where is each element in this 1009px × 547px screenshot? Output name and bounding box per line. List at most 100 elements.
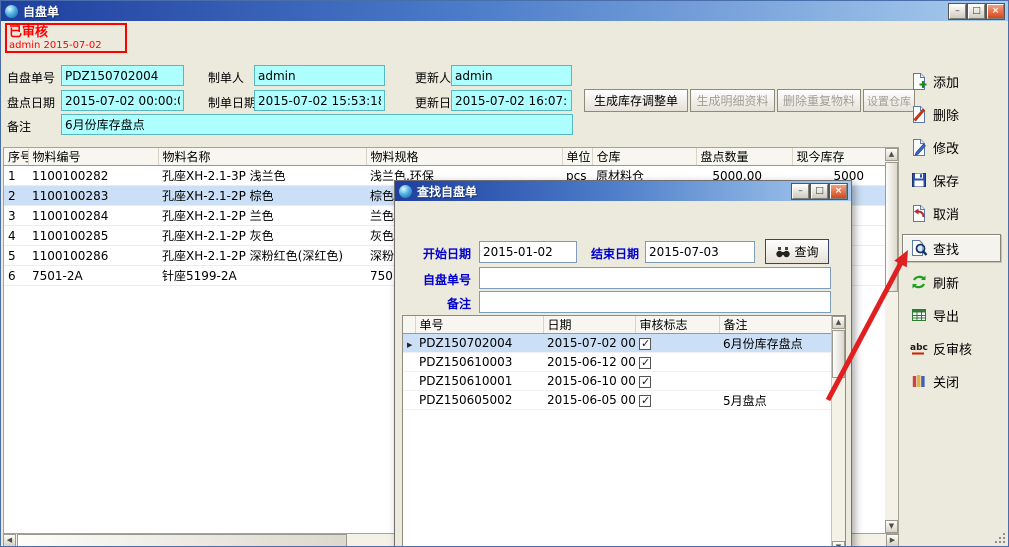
scroll-up-button[interactable] (832, 316, 845, 329)
find-dialog: 查找自盘单 开始日期 结束日期 查询 自盘单号 备注 (394, 180, 852, 547)
query-button-label: 查询 (794, 243, 818, 260)
updater-label: 更新人 (415, 69, 451, 86)
set-warehouse-button[interactable]: 设置仓库 (863, 89, 915, 112)
update-date-field[interactable] (451, 90, 572, 111)
titlebar[interactable]: 自盘单 (1, 1, 1008, 21)
column-header[interactable]: 单位 (562, 148, 592, 166)
sidebar-button-delete[interactable]: 删除 (910, 100, 1002, 128)
dialog-icon (399, 185, 412, 198)
column-header[interactable]: 仓库 (592, 148, 696, 166)
audit-checkbox[interactable] (639, 357, 651, 369)
query-button[interactable]: 查询 (765, 239, 829, 264)
column-header[interactable]: 备注 (719, 316, 832, 334)
dialog-vertical-scrollbar[interactable] (831, 316, 845, 547)
updater-field[interactable] (451, 65, 572, 86)
dialog-close-button[interactable] (830, 184, 847, 199)
audit-status: 已审核 (9, 25, 123, 40)
close-button[interactable] (987, 4, 1004, 19)
create-date-field[interactable] (254, 90, 385, 111)
start-date-label: 开始日期 (423, 245, 471, 262)
delete-icon (910, 105, 928, 123)
column-header[interactable]: 审核标志 (635, 316, 719, 334)
table-cell: 2015-06-05 00 (543, 391, 635, 410)
creator-label: 制单人 (208, 69, 244, 86)
sidebar-button-label: 导出 (933, 306, 959, 325)
table-row[interactable]: PDZ150605002 2015-06-05 00 5月盘点 (403, 391, 832, 410)
scroll-down-button[interactable] (885, 520, 898, 533)
header-row: 序号物料编号物料名称物料规格单位仓库盘点数量现今库存 (4, 148, 886, 166)
end-date-label: 结束日期 (591, 245, 639, 262)
dialog-maximize-button[interactable] (811, 184, 828, 199)
sidebar-button-save[interactable]: 保存 (910, 166, 1002, 194)
dialog-results-panel: 单号 日期 审核标志 备注 PDZ150702004 2015-07-02 00… (402, 315, 846, 547)
sidebar-button-export[interactable]: 导出 (910, 301, 1002, 329)
main-vertical-scrollbar[interactable] (885, 148, 898, 533)
column-header[interactable]: 日期 (543, 316, 635, 334)
stock-date-label: 盘点日期 (7, 94, 55, 111)
column-header[interactable]: 物料规格 (366, 148, 562, 166)
column-header[interactable]: 现今库存 (792, 148, 886, 166)
column-header[interactable]: 序号 (4, 148, 28, 166)
end-date-input[interactable] (645, 241, 755, 263)
dialog-remark-input[interactable] (479, 291, 831, 313)
table-cell: 5 (4, 246, 28, 266)
sidebar-button-edit[interactable]: 修改 (910, 133, 1002, 161)
remark-field[interactable] (61, 114, 573, 135)
start-date-input[interactable] (479, 241, 577, 263)
table-cell: 孔座XH-2.1-2P 灰色 (158, 226, 366, 246)
table-cell (635, 353, 719, 372)
table-cell: 1100100285 (28, 226, 158, 246)
column-header[interactable]: 物料名称 (158, 148, 366, 166)
sidebar-button-label: 取消 (933, 204, 959, 223)
delete-duplicate-button[interactable]: 删除重复物料 (777, 89, 861, 112)
generate-detail-button[interactable]: 生成明细资料 (690, 89, 775, 112)
scroll-thumb[interactable] (832, 330, 845, 378)
sidebar-button-add[interactable]: 添加 (910, 67, 1002, 95)
sidebar-button-find[interactable]: 查找 (902, 234, 1001, 262)
dialog-titlebar[interactable]: 查找自盘单 (395, 181, 851, 201)
save-icon (910, 171, 928, 189)
maximize-button[interactable] (968, 4, 985, 19)
resize-grip[interactable] (994, 532, 1006, 544)
binoculars-icon (775, 245, 791, 259)
sidebar-button-label: 修改 (933, 138, 959, 157)
table-row[interactable]: PDZ150610001 2015-06-10 00 (403, 372, 832, 391)
generate-adjustment-button[interactable]: 生成库存调整单 (584, 89, 688, 112)
dialog-title: 查找自盘单 (417, 183, 477, 200)
table-cell (403, 391, 415, 410)
table-cell (403, 353, 415, 372)
minimize-button[interactable] (949, 4, 966, 19)
table-row[interactable]: PDZ150702004 2015-07-02 00 6月份库存盘点 (403, 334, 832, 353)
column-header[interactable]: 单号 (415, 316, 543, 334)
header-row: 单号 日期 审核标志 备注 (403, 316, 832, 334)
stock-date-field[interactable] (61, 90, 184, 111)
creator-field[interactable] (254, 65, 385, 86)
scroll-up-button[interactable] (885, 148, 898, 161)
scroll-right-button[interactable] (886, 534, 899, 547)
dialog-remark-label: 备注 (447, 295, 471, 312)
column-header[interactable]: 物料编号 (28, 148, 158, 166)
dialog-order-no-label: 自盘单号 (423, 271, 471, 288)
scroll-thumb[interactable] (17, 534, 347, 547)
dialog-order-no-input[interactable] (479, 267, 831, 289)
dialog-minimize-button[interactable] (792, 184, 809, 199)
table-cell: 1100100284 (28, 206, 158, 226)
sidebar-button-label: 删除 (933, 105, 959, 124)
audit-checkbox[interactable] (639, 395, 651, 407)
column-header[interactable]: 盘点数量 (696, 148, 792, 166)
sidebar-button-unaudit[interactable]: abc 反审核 (910, 334, 1002, 362)
add-icon (910, 72, 928, 90)
sidebar-button-close[interactable]: 关闭 (910, 367, 1002, 395)
audit-checkbox[interactable] (639, 376, 651, 388)
scroll-thumb[interactable] (885, 162, 898, 292)
sidebar-button-refresh[interactable]: 刷新 (910, 268, 1002, 296)
table-cell: 2015-07-02 00 (543, 334, 635, 353)
table-row[interactable]: PDZ150610003 2015-06-12 00 (403, 353, 832, 372)
refresh-icon (910, 273, 928, 291)
table-cell: 孔座XH-2.1-2P 棕色 (158, 186, 366, 206)
scroll-left-button[interactable] (3, 534, 16, 547)
sidebar-button-cancel[interactable]: 取消 (910, 199, 1002, 227)
order-no-field[interactable] (61, 65, 184, 86)
audit-checkbox[interactable] (639, 338, 651, 350)
scroll-down-button[interactable] (832, 541, 845, 547)
